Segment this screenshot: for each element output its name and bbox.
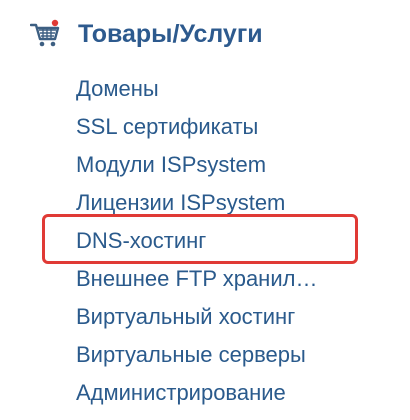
menu-item-ssl-certificates[interactable]: SSL сертификаты xyxy=(76,108,317,146)
section-header[interactable]: Товары/Услуги xyxy=(29,14,263,54)
menu-item-virtual-hosting[interactable]: Виртуальный хостинг xyxy=(76,298,317,336)
menu-item-external-ftp-storage[interactable]: Внешнее FTP хранил… xyxy=(76,260,317,298)
section-title: Товары/Услуги xyxy=(78,19,263,48)
menu-item-ispsystem-licenses[interactable]: Лицензии ISPsystem xyxy=(76,184,317,222)
menu-item-administration[interactable]: Администрирование xyxy=(76,374,317,412)
menu-item-virtual-servers[interactable]: Виртуальные серверы xyxy=(76,336,317,374)
shopping-cart-icon xyxy=(29,19,60,49)
menu-item-dns-hosting[interactable]: DNS-хостинг xyxy=(76,222,317,260)
menu-item-domains[interactable]: Домены xyxy=(76,70,317,108)
menu-item-ispsystem-modules[interactable]: Модули ISPsystem xyxy=(76,146,317,184)
products-services-menu: Домены SSL сертификаты Модули ISPsystem … xyxy=(76,70,317,412)
